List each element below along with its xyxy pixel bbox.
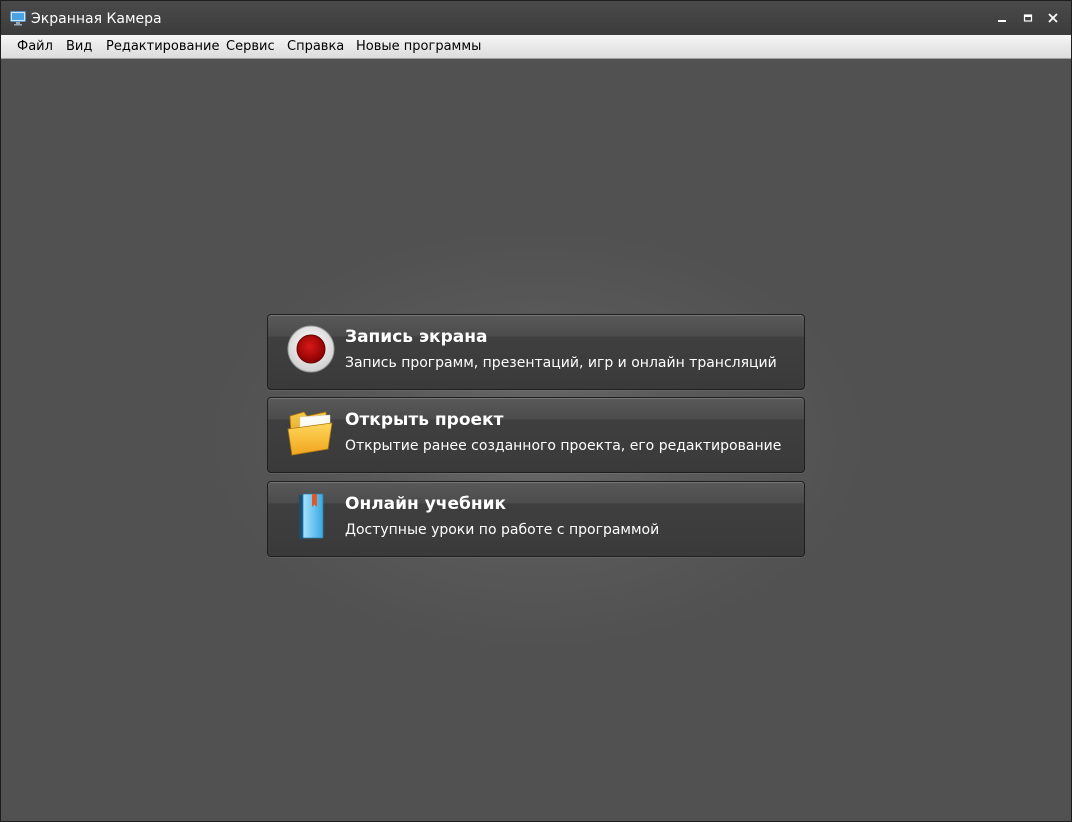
minimize-button[interactable] (991, 7, 1013, 29)
minimize-icon (998, 20, 1006, 22)
menu-service[interactable]: Сервис (226, 35, 275, 58)
card-description: Открытие ранее созданного проекта, его р… (345, 438, 782, 454)
menu-edit[interactable]: Редактирование (106, 35, 219, 58)
menu-view[interactable]: Вид (66, 35, 92, 58)
app-window: Экранная Камера Файл Вид Редактирование … (0, 0, 1072, 822)
card-description: Доступные уроки по работе с программой (345, 522, 660, 538)
window-title: Экранная Камера (31, 11, 162, 27)
card-description: Запись программ, презентаций, игр и онла… (345, 355, 777, 371)
menu-new-programs[interactable]: Новые программы (356, 35, 481, 58)
title-bar[interactable]: Экранная Камера (1, 1, 1071, 35)
record-icon (287, 325, 335, 373)
close-icon (1048, 13, 1058, 23)
open-project-button[interactable]: Открыть проект Открытие ранее созданного… (267, 397, 805, 473)
record-screen-button[interactable]: Запись экрана Запись программ, презентац… (267, 314, 805, 390)
menu-file[interactable]: Файл (17, 35, 53, 58)
card-title: Запись экрана (345, 327, 488, 347)
maximize-icon (1023, 14, 1033, 22)
menu-bar: Файл Вид Редактирование Сервис Справка Н… (1, 35, 1071, 59)
maximize-button[interactable] (1017, 7, 1039, 29)
start-screen: Запись экрана Запись программ, презентац… (1, 59, 1071, 821)
card-title: Онлайн учебник (345, 494, 507, 514)
menu-help[interactable]: Справка (287, 35, 344, 58)
card-title: Открыть проект (345, 410, 504, 430)
book-icon (299, 493, 324, 539)
close-button[interactable] (1042, 7, 1064, 29)
monitor-icon (10, 11, 26, 26)
folder-icon (287, 411, 333, 456)
online-tutorial-button[interactable]: Онлайн учебник Доступные уроки по работе… (267, 481, 805, 557)
